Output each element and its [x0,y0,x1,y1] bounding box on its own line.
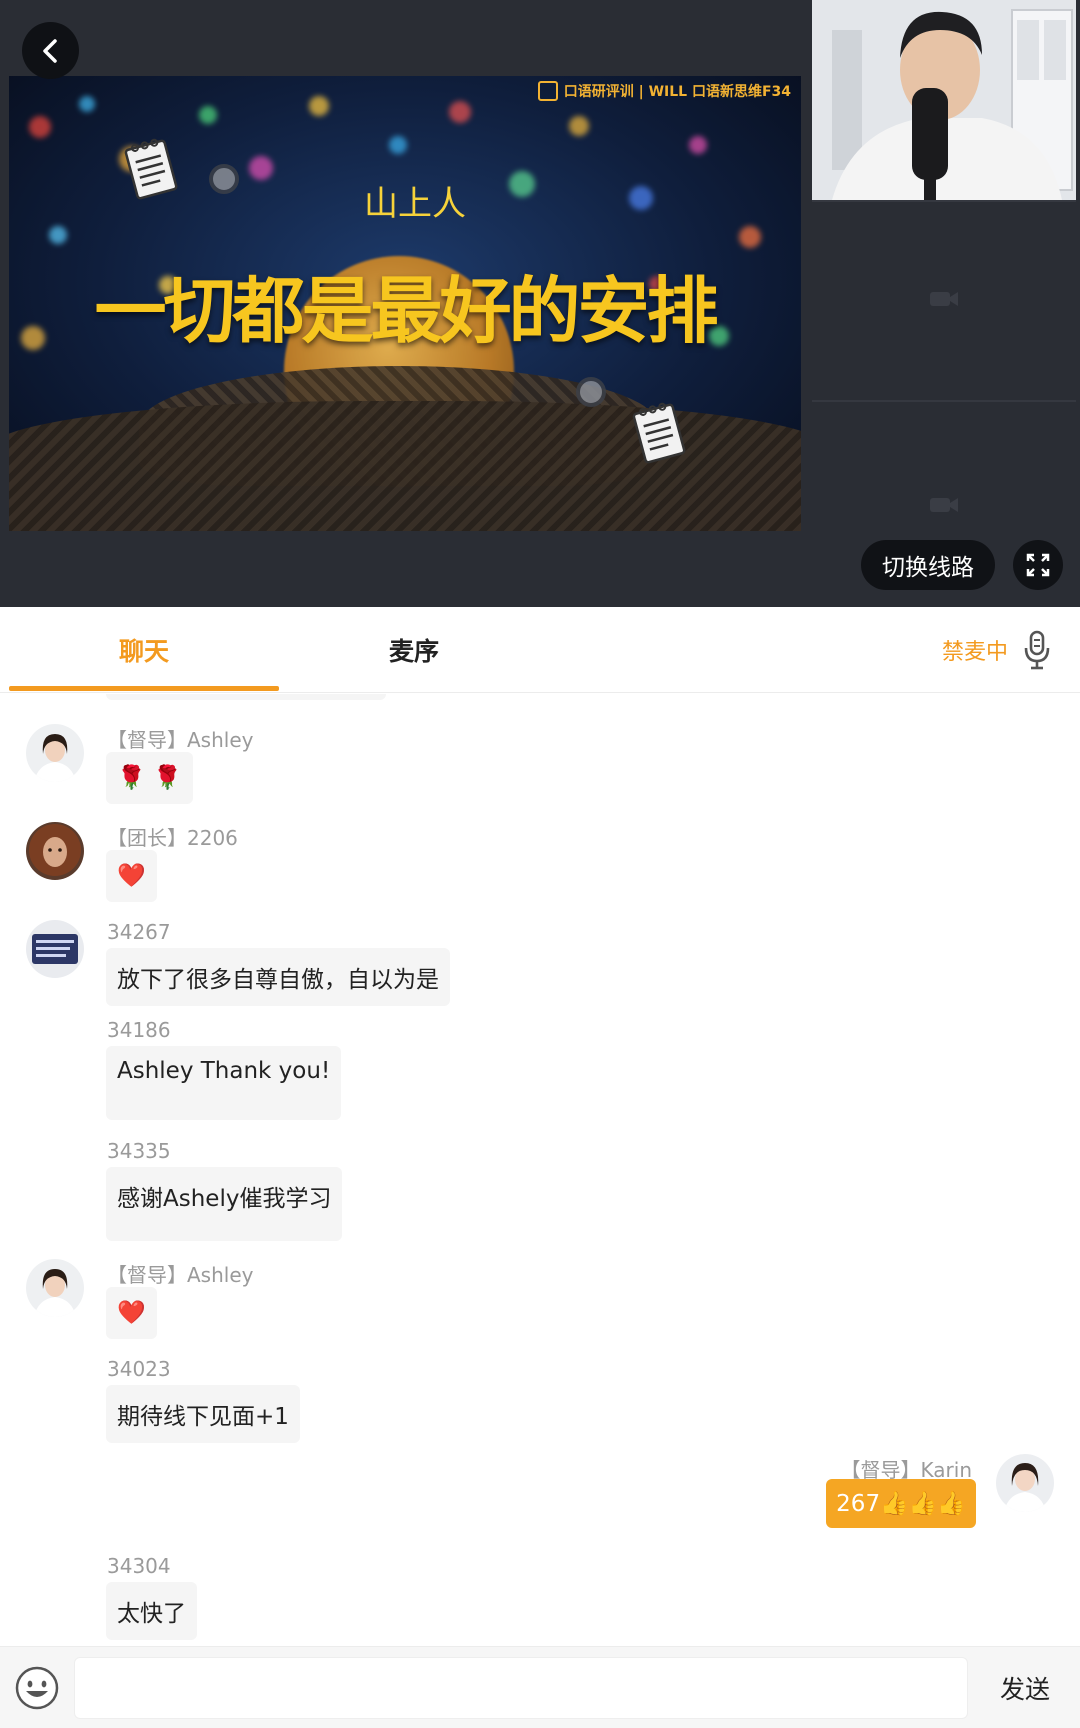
switch-line-button[interactable]: 切换线路 [861,540,995,590]
input-bar: 发送 [0,1646,1080,1728]
message-bubble[interactable]: ❤️ [106,850,157,902]
message-bubble[interactable]: 太快了 [106,1582,197,1640]
avatar[interactable] [26,1259,84,1317]
presentation-slide: 口语研评训 | WILL 口语新思维F34 山上人 一切都是最好的安排 [9,76,801,531]
message-bubble[interactable]: 期待线下见面+1 [106,1385,300,1443]
chat-message: 【团长】2206 ❤️ [0,822,1080,912]
chat-message: 【督导】Ashley ❤️ [0,1259,1080,1349]
camera-slot-2 [812,200,1076,395]
tab-chat-label: 聊天 [118,637,169,666]
tab-mic-queue-label: 麦序 [388,637,439,666]
sender-name: 34023 [107,1357,171,1381]
video-area: 口语研评训 | WILL 口语新思维F34 山上人 一切都是最好的安排 切换线路 [0,0,1080,607]
pointer-dot [576,377,606,407]
back-button[interactable] [22,22,79,79]
message-bubble[interactable]: 🌹 🌹 [106,752,193,804]
message-bubble[interactable]: 放下了很多自尊自傲，自以为是 [106,948,450,1006]
mic-status-label: 禁麦中 [941,640,1008,665]
sender-name: 【督导】Ashley [107,1263,254,1287]
chat-message: 【督导】Ashley 🌹 🌹 [0,724,1080,814]
chat-message: 34335 感谢Ashely催我学习 [0,1139,1080,1241]
sender-name: 【督导】Ashley [107,728,254,752]
chat-message: 34186 Ashley Thank you! [0,1018,1080,1120]
slide-logo-text: 口语研评训 | WILL 口语新思维F34 [563,84,791,100]
chat-list[interactable]: 【督导】Ashley 🌹 🌹 【团长】2206 ❤️ 34267 放下了很多自尊… [0,694,1080,1646]
slide-title: 一切都是最好的安排 [94,269,718,353]
camera-off-icon [930,291,958,306]
sender-name: 34335 [107,1139,171,1163]
tab-bar: 聊天 麦序 禁麦中 [0,607,1080,693]
teacher-camera-video[interactable] [812,0,1076,200]
mic-off-icon [1024,630,1050,670]
sender-name: 34186 [107,1018,171,1042]
message-bubble-partial [106,694,386,700]
avatar[interactable] [26,920,84,978]
avatar-image [26,920,84,978]
slide-subtitle: 山上人 [364,184,466,224]
slide-logo: 口语研评训 | WILL 口语新思维F34 [537,81,791,101]
chat-message: 34267 放下了很多自尊自傲，自以为是 [0,920,1080,1010]
sender-name: 34267 [107,920,171,944]
back-arrow-icon [42,38,57,63]
message-bubble[interactable]: Ashley Thank you! [106,1046,342,1120]
fullscreen-icon [1026,553,1050,577]
sender-name: 34304 [107,1554,171,1578]
fullscreen-button[interactable] [1013,540,1063,590]
avatar-image [26,724,84,782]
active-tab-indicator [9,686,279,691]
avatar[interactable] [26,822,84,880]
message-bubble[interactable]: 感谢Ashely催我学习 [106,1167,343,1241]
send-button[interactable]: 发送 [990,1647,1060,1728]
tab-chat[interactable]: 聊天 [9,607,279,693]
avatar[interactable] [26,724,84,782]
avatar[interactable] [996,1454,1054,1512]
emoji-face-icon [15,1666,59,1710]
tab-mic-queue[interactable]: 麦序 [279,607,549,693]
chat-message: 34023 期待线下见面+1 [0,1357,1080,1447]
emoji-button[interactable] [14,1665,60,1711]
message-bubble[interactable]: ❤️ [106,1287,157,1339]
message-bubble-own[interactable]: 267👍👍👍 [826,1479,976,1528]
avatar-image [996,1454,1054,1512]
avatar-image [26,1259,84,1317]
chat-message-own: 【督导】Karin 267👍👍👍 [0,1454,1080,1554]
mic-status[interactable]: 禁麦中 [942,607,1052,693]
pointer-dot [209,164,239,194]
teacher-video-frame [812,0,1076,200]
message-input[interactable] [74,1657,968,1719]
sender-name: 【团长】2206 [107,826,238,850]
chat-message: 34304 太快了 [0,1554,1080,1644]
camera-off-icon [930,497,958,512]
avatar-image [26,822,84,880]
logo-icon [537,81,558,101]
